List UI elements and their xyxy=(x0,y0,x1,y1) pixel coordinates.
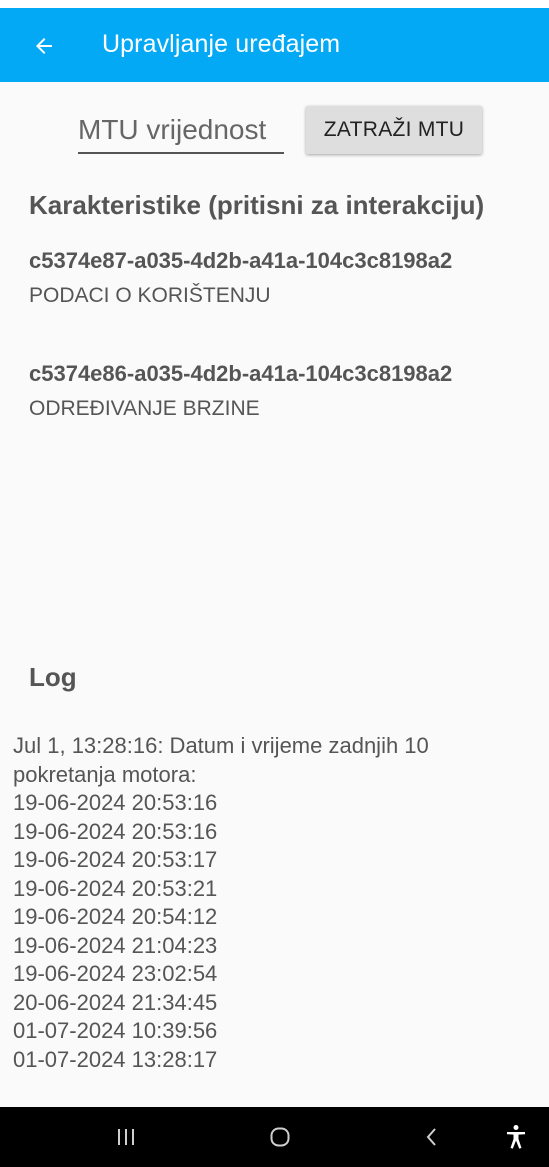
log-line: 20-06-2024 21:34:45 xyxy=(13,989,218,1015)
log-line: 19-06-2024 20:54:12 xyxy=(13,904,218,929)
log-line: 19-06-2024 21:04:23 xyxy=(13,932,218,958)
system-nav-bar xyxy=(0,1107,549,1167)
mtu-input[interactable] xyxy=(78,108,284,154)
log-title: Log xyxy=(29,662,77,692)
recents-icon xyxy=(118,1129,134,1145)
home-button[interactable] xyxy=(258,1117,302,1157)
log-line: 19-06-2024 20:53:16 xyxy=(13,790,218,815)
accessibility-icon xyxy=(507,1125,525,1149)
back-button[interactable] xyxy=(24,26,64,66)
characteristic-uuid: c5374e86-a035-4d2b-a41a-104c3c8198a2 xyxy=(29,361,453,386)
log-line: 01-07-2024 10:39:56 xyxy=(13,1018,218,1043)
status-bar xyxy=(0,0,549,8)
characteristic-item[interactable]: c5374e86-a035-4d2b-a41a-104c3c8198a2 ODR… xyxy=(29,360,452,422)
characteristic-name: PODACI O KORIŠTENJU xyxy=(29,284,271,307)
log-line: pokretanja motora: xyxy=(13,761,197,787)
system-back-button[interactable] xyxy=(410,1117,454,1157)
recents-button[interactable] xyxy=(104,1117,148,1157)
log-line: 19-06-2024 20:53:17 xyxy=(13,847,218,872)
accessibility-button[interactable] xyxy=(494,1117,538,1157)
arrow-back-icon xyxy=(36,38,52,54)
app-title: Upravljanje uređajem xyxy=(102,30,341,58)
request-mtu-button[interactable]: ZATRAŽI MTU xyxy=(306,106,482,154)
characteristic-uuid: c5374e87-a035-4d2b-a41a-104c3c8198a2 xyxy=(29,248,453,273)
main-content: ZATRAŽI MTU Karakteristike (pritisni za … xyxy=(0,82,549,1107)
log-line: 01-07-2024 13:28:17 xyxy=(13,1046,218,1072)
log-line: Jul 1, 13:28:16: Datum i vrijeme zadnjih… xyxy=(13,733,429,758)
log-line: 19-06-2024 20:53:21 xyxy=(13,875,218,901)
log-line: 19-06-2024 23:02:54 xyxy=(13,961,218,986)
characteristic-item[interactable]: c5374e87-a035-4d2b-a41a-104c3c8198a2 POD… xyxy=(29,247,452,309)
back-icon xyxy=(426,1128,436,1146)
home-icon xyxy=(270,1127,290,1147)
characteristics-title: Karakteristike (pritisni za interakciju) xyxy=(29,190,485,220)
app-bar: Upravljanje uređajem xyxy=(0,8,549,82)
log-line: 19-06-2024 20:53:16 xyxy=(13,818,218,844)
characteristic-name: ODREĐIVANJE BRZINE xyxy=(29,397,260,420)
log-text: Jul 1, 13:28:16: Datum i vrijeme zadnjih… xyxy=(13,732,533,1074)
